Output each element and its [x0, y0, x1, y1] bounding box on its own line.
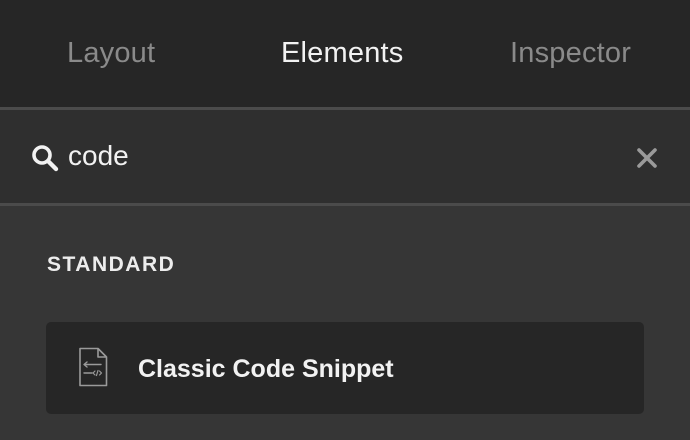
tab-bar: Layout Elements Inspector [0, 0, 690, 107]
element-item-label: Classic Code Snippet [138, 355, 394, 383]
elements-panel: Layout Elements Inspector STANDARD [0, 0, 690, 440]
close-icon[interactable] [634, 145, 660, 171]
search-input[interactable] [68, 135, 608, 177]
code-file-icon [78, 347, 108, 387]
tab-elements[interactable]: Elements [281, 36, 404, 70]
section-heading: STANDARD [47, 253, 176, 276]
search-bar [0, 110, 690, 203]
tab-layout[interactable]: Layout [67, 36, 155, 70]
search-icon [31, 144, 59, 172]
element-item-classic-code-snippet[interactable]: Classic Code Snippet [46, 322, 644, 414]
search-divider [0, 203, 690, 206]
tab-inspector[interactable]: Inspector [510, 36, 631, 70]
